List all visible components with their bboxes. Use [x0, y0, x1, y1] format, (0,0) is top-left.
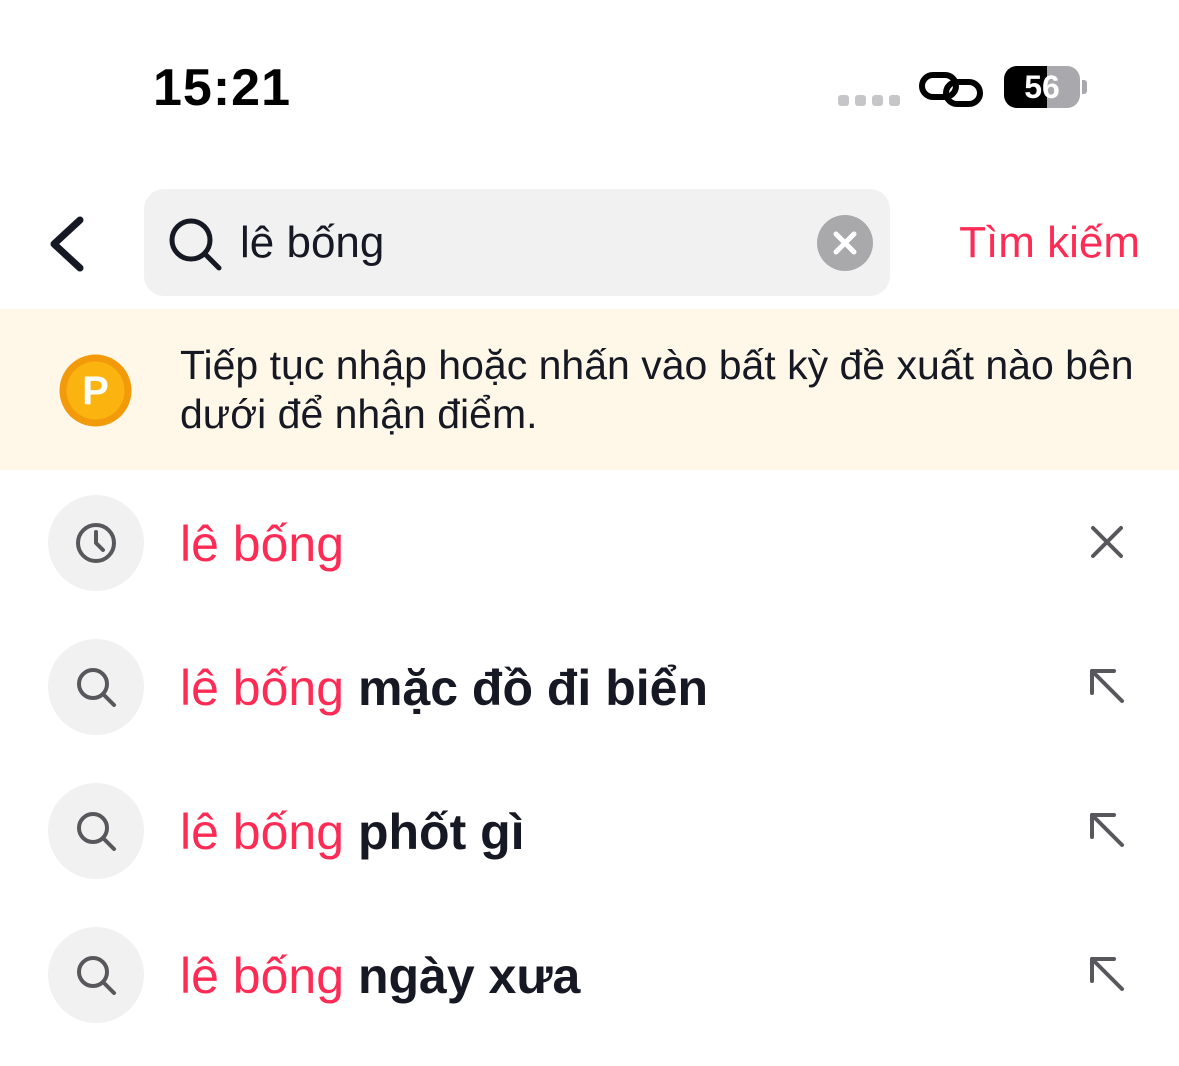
- suggestion-rest: mặc đồ đi biển: [344, 660, 708, 716]
- suggestion-highlight: lê bống: [180, 660, 345, 716]
- suggestion-highlight: lê bống: [180, 516, 345, 572]
- fill-suggestion-button[interactable]: [1082, 661, 1132, 711]
- suggestion-label: lê bống mặc đồ đi biển: [180, 658, 708, 718]
- arrow-up-left-icon: [1090, 813, 1124, 847]
- search-submit-button[interactable]: Tìm kiếm: [900, 189, 1140, 296]
- status-time: 15:21: [153, 59, 291, 117]
- points-banner[interactable]: P Tiếp tục nhập hoặc nhấn vào bất kỳ đề …: [0, 309, 1179, 470]
- fill-suggestion-button[interactable]: [1082, 805, 1132, 855]
- banner-text: Tiếp tục nhập hoặc nhấn vào bất kỳ đề xu…: [180, 342, 1134, 437]
- suggestion-rest: ngày xưa: [344, 948, 581, 1004]
- clock-icon: [76, 523, 116, 563]
- suggestion-highlight: lê bống: [180, 804, 345, 860]
- search-icon: [77, 956, 116, 995]
- arrow-up-left-icon: [1090, 669, 1124, 703]
- back-button[interactable]: [40, 206, 100, 282]
- arrow-up-left-icon: [1090, 957, 1124, 991]
- suggestion-item[interactable]: lê bống ngày xưa: [0, 902, 1179, 1046]
- suggestion-icon-badge: [48, 927, 144, 1023]
- suggestion-item[interactable]: lê bống phốt gì: [0, 758, 1179, 902]
- search-icon: [77, 668, 116, 707]
- suggestion-item[interactable]: lê bống mặc đồ đi biển: [0, 614, 1179, 758]
- coin-letter: P: [82, 369, 109, 413]
- status-bar: 15:21 56: [0, 0, 1179, 150]
- remove-history-button[interactable]: [1082, 517, 1132, 567]
- battery-percent: 56: [1024, 69, 1060, 105]
- suggestion-rest: phốt gì: [344, 804, 525, 860]
- clear-icon: [833, 231, 857, 255]
- fill-suggestion-button[interactable]: [1082, 949, 1132, 999]
- search-box[interactable]: [144, 189, 890, 296]
- battery-tip: [1082, 80, 1087, 94]
- search-input[interactable]: [240, 207, 800, 279]
- clear-button[interactable]: [817, 215, 873, 271]
- suggestion-icon-badge: [48, 783, 144, 879]
- link-icon: [919, 72, 983, 107]
- suggestion-label: lê bống phốt gì: [180, 802, 525, 862]
- suggestion-icon-badge: [48, 639, 144, 735]
- chevron-left-icon: [50, 216, 84, 272]
- history-item[interactable]: lê bống: [0, 470, 1179, 614]
- suggestion-label: lê bống ngày xưa: [180, 946, 580, 1006]
- battery-icon: 56: [1004, 66, 1080, 108]
- signal-dots-icon: [838, 95, 900, 106]
- close-icon: [1091, 526, 1123, 558]
- search-icon: [169, 218, 222, 271]
- history-icon-badge: [48, 495, 144, 591]
- search-icon: [77, 812, 116, 851]
- points-coin-icon: P: [59, 354, 132, 427]
- suggestion-label: lê bống: [180, 514, 344, 574]
- suggestion-highlight: lê bống: [180, 948, 345, 1004]
